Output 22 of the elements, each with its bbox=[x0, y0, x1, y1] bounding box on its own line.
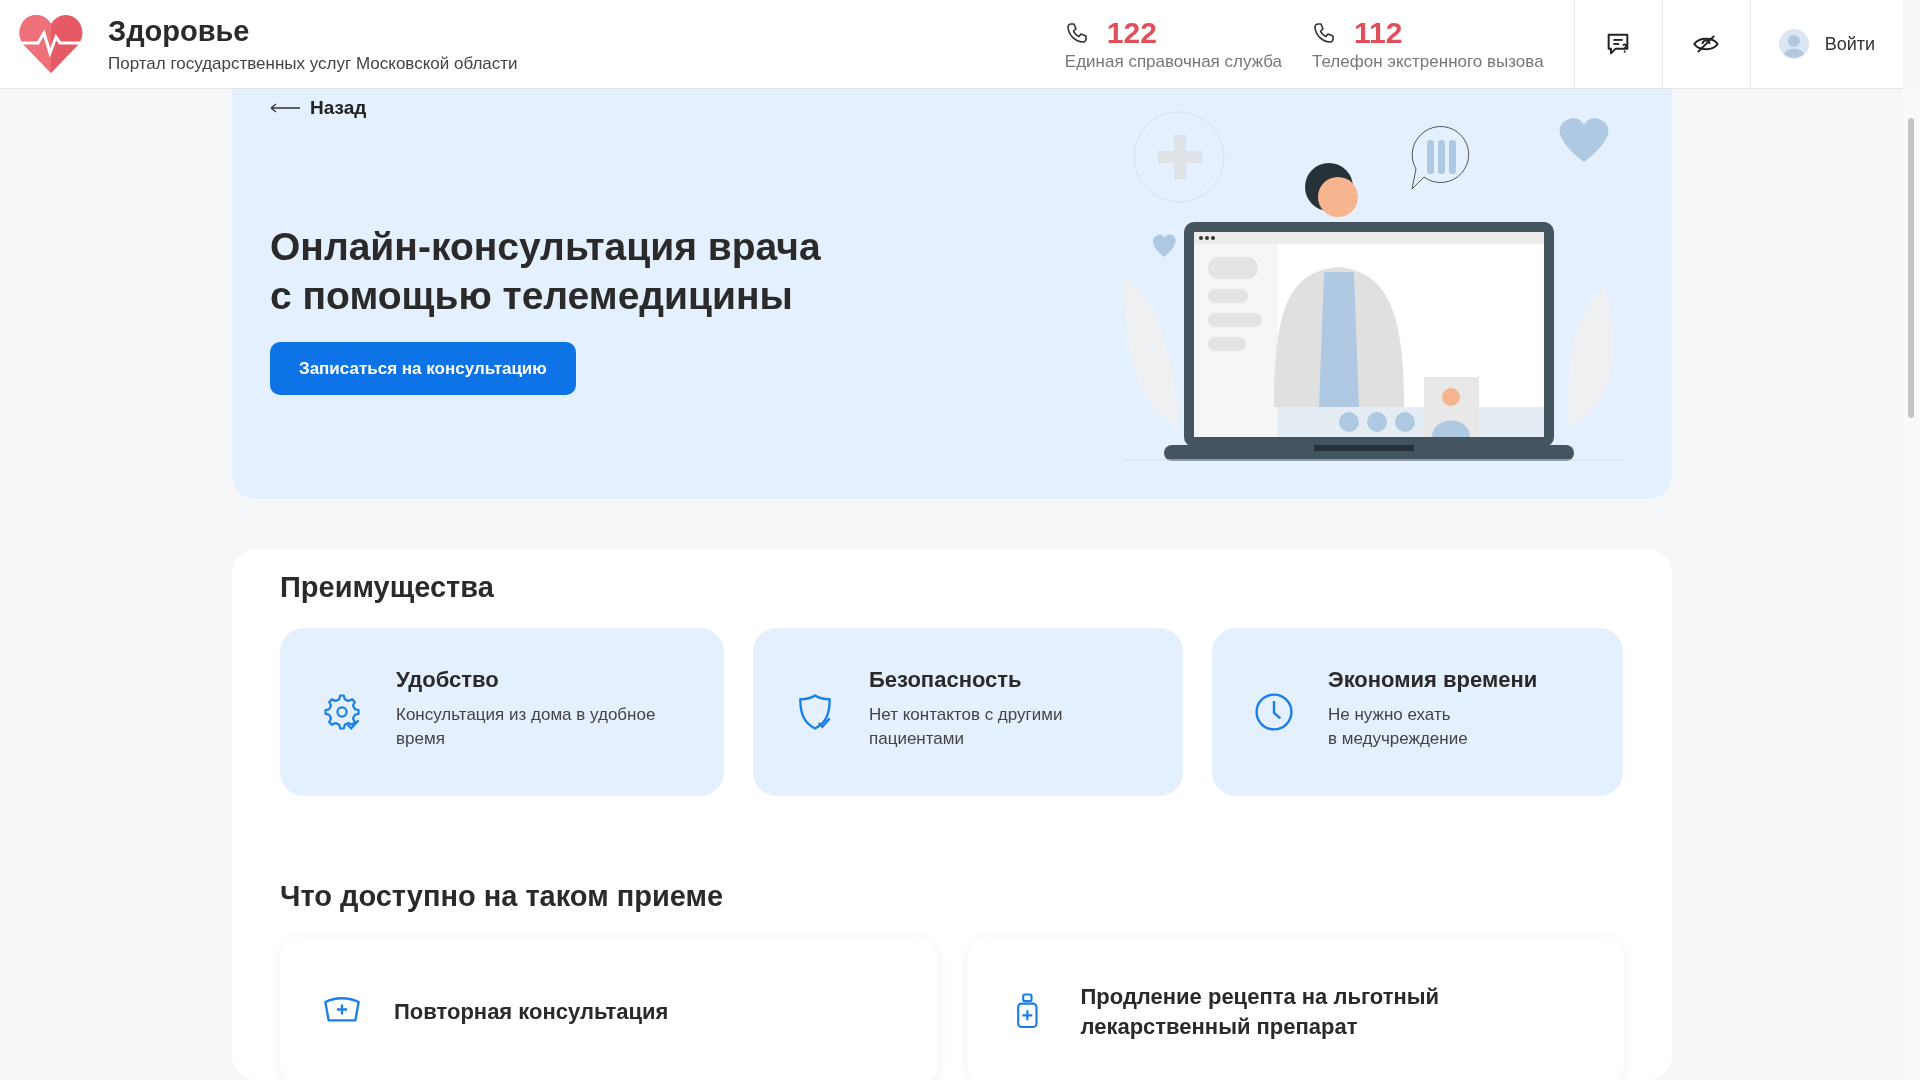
advantage-title: Удобство bbox=[396, 667, 500, 693]
advantage-description: Нет контактов с другими пациентами bbox=[869, 704, 1063, 750]
phone-number[interactable]: 112 bbox=[1354, 16, 1403, 50]
login-button[interactable]: Войти bbox=[1749, 0, 1903, 88]
service-card[interactable]: Продление рецепта на льготный лекарственный препарат bbox=[966, 937, 1624, 1080]
section-title: Преимущества bbox=[280, 571, 495, 604]
site-title: Здоровье bbox=[108, 14, 251, 48]
advantage-title: Экономия времени bbox=[1328, 667, 1538, 693]
service-card[interactable]: Повторная консультация bbox=[280, 937, 938, 1080]
page-title: Онлайн-консультация врача с помощью телемедицины bbox=[270, 224, 822, 319]
back-link[interactable]: Назад bbox=[270, 97, 367, 119]
phone-label: Телефон экстренного вызова bbox=[1312, 52, 1544, 72]
advantage-description: Консультация из дома в удобное время bbox=[396, 704, 656, 750]
book-consultation-button[interactable]: Записаться на консультацию bbox=[270, 342, 576, 395]
advantage-title: Безопасность bbox=[869, 667, 1023, 693]
advantage-description: Не нужно ехать в медучреждение bbox=[1328, 704, 1469, 750]
section-title: Что доступно на таком приеме bbox=[280, 880, 725, 913]
phone-number[interactable]: 122 bbox=[1106, 16, 1157, 50]
phone-label: Единая справочная служба bbox=[1064, 52, 1283, 72]
service-title: Продление рецепта на льготный лекарственный препарат bbox=[1080, 983, 1440, 1041]
service-title: Повторная консультация bbox=[394, 998, 669, 1026]
site-subtitle: Портал государственных услуг Московской области bbox=[108, 53, 518, 74]
